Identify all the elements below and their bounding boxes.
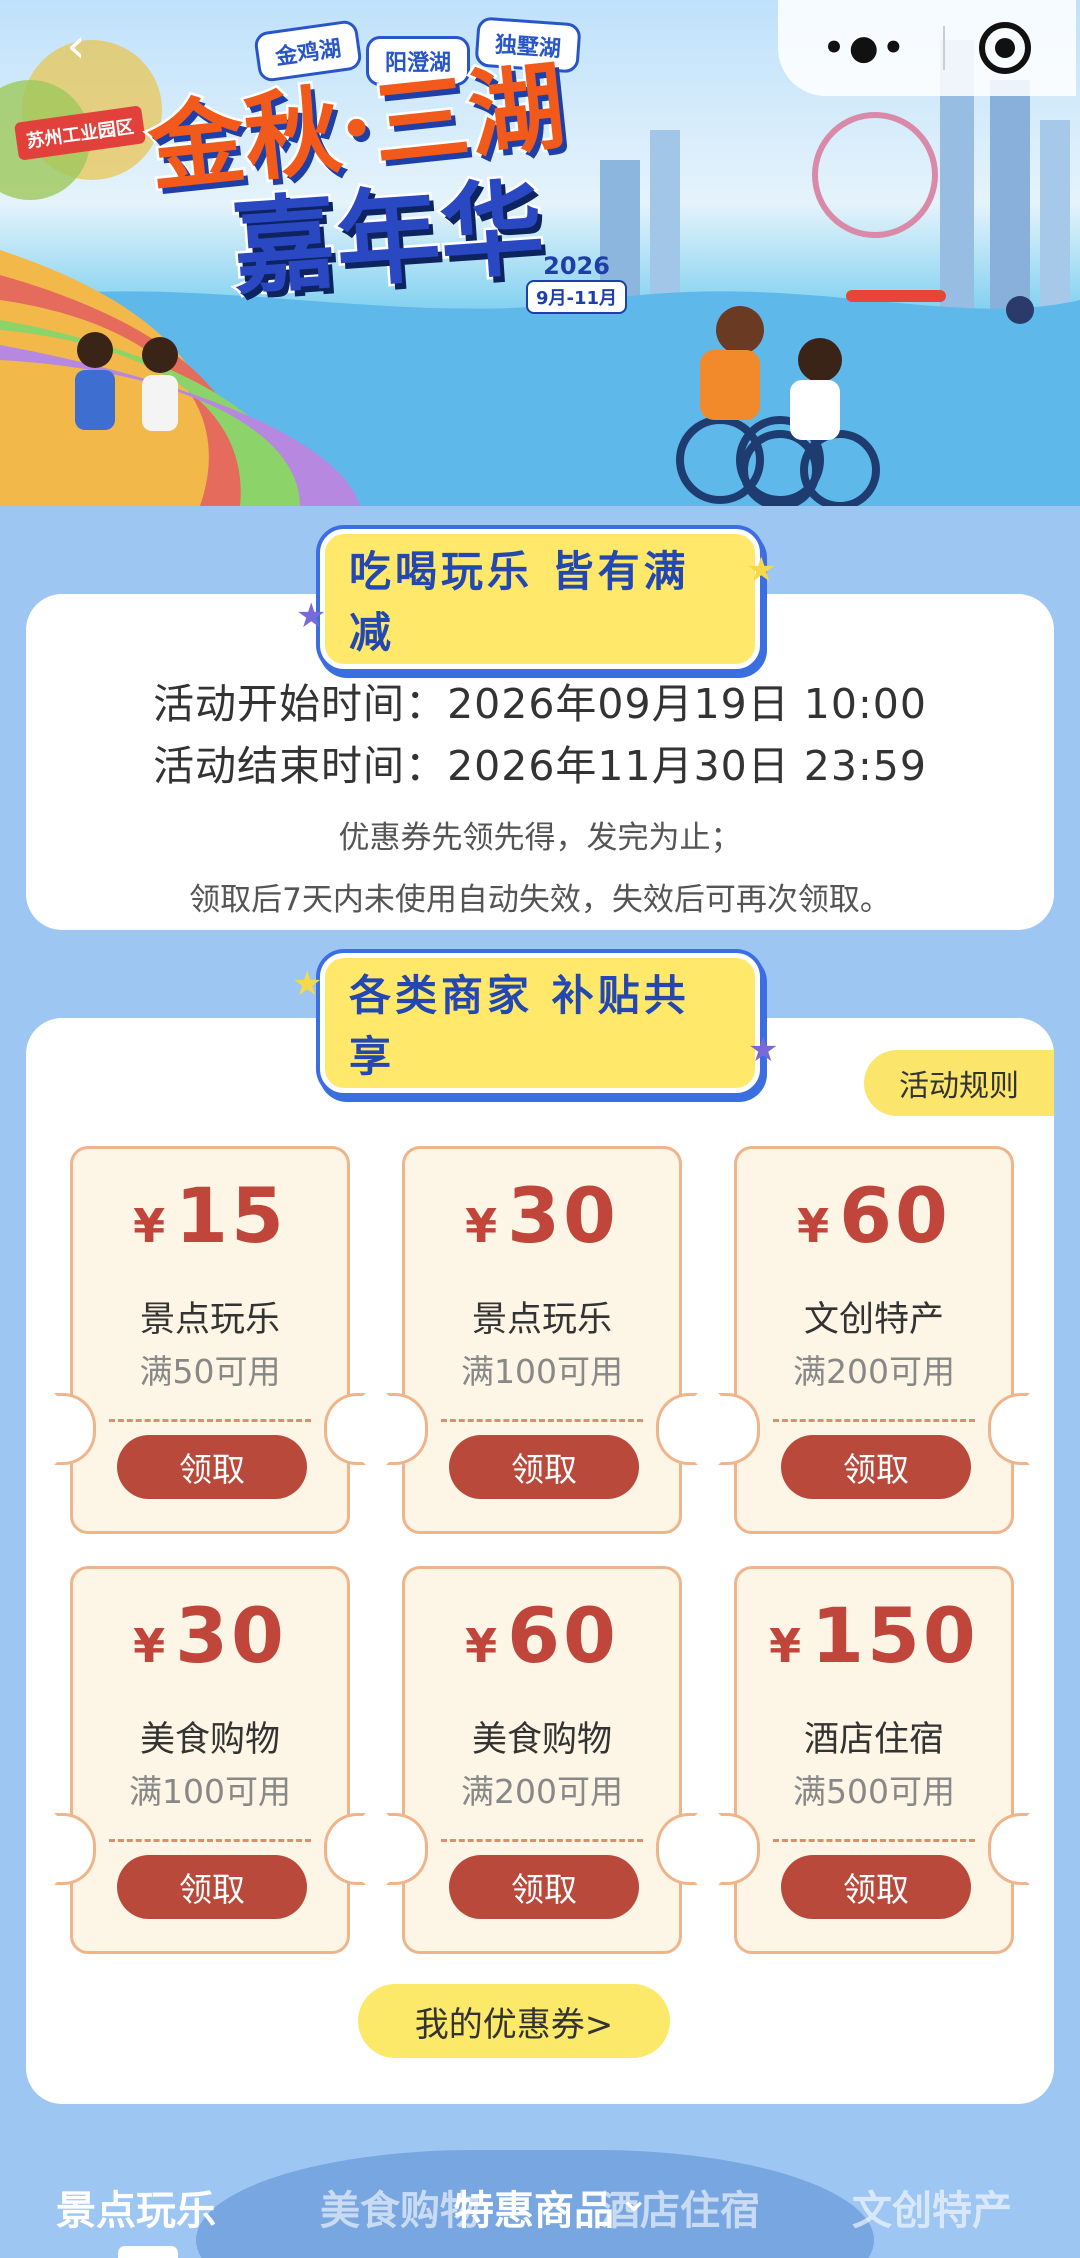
section-ribbon-activity: 吃喝玩乐 皆有满减 (320, 529, 760, 669)
coupon-category: 景点玩乐 (471, 1300, 612, 1340)
coupon-divider (773, 1419, 975, 1422)
currency-symbol: ¥ (465, 1199, 498, 1253)
coupon-amount: ¥30 (73, 1591, 347, 1680)
claim-button[interactable]: 领取 (449, 1855, 639, 1919)
coupon-card: ¥150 酒店住宿 满500可用 领取 (718, 1566, 1030, 1954)
active-tab-indicator (118, 2246, 178, 2258)
coupon-card: ¥60 美食购物 满200可用 领取 (386, 1566, 698, 1954)
coupon-divider (441, 1419, 643, 1422)
coupon-card: ¥60 文创特产 满200可用 领取 (718, 1146, 1030, 1534)
star-icon: ★ (746, 550, 777, 590)
coupon-category: 酒店住宿 (803, 1720, 944, 1760)
coupon-amount: ¥60 (405, 1591, 679, 1680)
back-button[interactable]: ‹ (48, 18, 104, 74)
coupon-amount: ¥30 (405, 1171, 679, 1260)
coupon-amount: ¥150 (737, 1591, 1011, 1680)
nav-item-sightseeing[interactable]: 景点玩乐 (56, 2178, 216, 2236)
coupon-note-2: 领取后7天内未使用自动失效，失效后可再次领取。 (189, 882, 891, 918)
more-menu-icon[interactable]: •●• (823, 28, 908, 68)
claim-button[interactable]: 领取 (781, 1855, 971, 1919)
coupon-condition: 满100可用 (129, 1772, 291, 1811)
coupon-value: 60 (839, 1171, 951, 1260)
coupon-divider (109, 1839, 311, 1842)
date-range: 9月-11月 (526, 280, 628, 314)
star-icon: ★ (296, 596, 327, 636)
coupon-category: 文创特产 (803, 1300, 944, 1340)
capsule-divider (942, 26, 945, 70)
bottom-category-nav: 景点玩乐 美食购物 酒店住宿 文创特产 特惠商品 ⌄ (0, 2140, 1080, 2258)
chevron-down-icon[interactable]: ⌄ (618, 2176, 650, 2220)
currency-symbol: ¥ (133, 1199, 166, 1253)
coupon-amount: ¥15 (73, 1171, 347, 1260)
claim-button[interactable]: 领取 (449, 1435, 639, 1499)
date-year: 2026 (543, 252, 610, 280)
coupon-category: 美食购物 (471, 1720, 612, 1760)
special-offers-tab[interactable]: 特惠商品 (454, 2178, 614, 2236)
coupons-card: 活动规则 ¥15 景点玩乐 满50可用 领取 ¥30 景点玩乐 满100可用 领… (26, 1018, 1054, 2104)
coupon-condition: 满50可用 (139, 1352, 281, 1391)
date-badge: 2026 9月-11月 (526, 252, 628, 314)
coupon-condition: 满200可用 (461, 1772, 623, 1811)
nav-item-souvenirs[interactable]: 文创特产 (852, 2178, 1012, 2236)
currency-symbol: ¥ (133, 1619, 166, 1673)
end-time-value: 2026年11月30日 23:59 (447, 742, 927, 790)
start-time-value: 2026年09月19日 10:00 (447, 680, 927, 728)
coupon-value: 60 (507, 1591, 619, 1680)
my-coupons-button[interactable]: 我的优惠券> (358, 1984, 670, 2058)
claim-button[interactable]: 领取 (117, 1855, 307, 1919)
coupon-card: ¥15 景点玩乐 满50可用 领取 (54, 1146, 366, 1534)
activity-rules-button[interactable]: 活动规则 (864, 1050, 1054, 1116)
end-time: 活动结束时间：2026年11月30日 23:59 (26, 732, 1054, 792)
coupon-divider (441, 1839, 643, 1842)
coupon-value: 15 (175, 1171, 287, 1260)
banner-subtitle: 嘉年华 (226, 163, 551, 312)
coupon-divider (109, 1419, 311, 1422)
coupon-value: 30 (175, 1591, 287, 1680)
coupon-condition: 满500可用 (793, 1772, 955, 1811)
coupon-value: 30 (507, 1171, 619, 1260)
coupon-value: 150 (811, 1591, 979, 1680)
star-icon: ★ (292, 964, 323, 1004)
ribbon-activity-text: 吃喝玩乐 皆有满减 (320, 529, 760, 669)
coupon-condition: 满100可用 (461, 1352, 623, 1391)
coupon-category: 美食购物 (139, 1720, 280, 1760)
coupon-amount: ¥60 (737, 1171, 1011, 1260)
currency-symbol: ¥ (465, 1619, 498, 1673)
start-time: 活动开始时间：2026年09月19日 10:00 (26, 670, 1054, 730)
coupon-card: ¥30 景点玩乐 满100可用 领取 (386, 1146, 698, 1534)
ribbon-coupons-text: 各类商家 补贴共享 (320, 953, 760, 1093)
claim-button[interactable]: 领取 (781, 1435, 971, 1499)
coupon-card: ¥30 美食购物 满100可用 领取 (54, 1566, 366, 1954)
close-miniprogram-icon[interactable] (978, 22, 1031, 74)
coupon-category: 景点玩乐 (139, 1300, 280, 1340)
coupon-condition: 满200可用 (793, 1352, 955, 1391)
start-time-label: 活动开始时间： (153, 680, 448, 728)
mini-program-capsule: •●• (778, 0, 1076, 96)
section-ribbon-coupons: 各类商家 补贴共享 (320, 953, 760, 1093)
end-time-label: 活动结束时间： (153, 742, 448, 790)
coupon-divider (773, 1839, 975, 1842)
claim-button[interactable]: 领取 (117, 1435, 307, 1499)
star-icon: ★ (748, 1030, 779, 1070)
coupon-note-1: 优惠券先领先得，发完为止； (338, 820, 742, 856)
currency-symbol: ¥ (797, 1199, 830, 1253)
banner-image: ‹ •●• 苏州工业园区 金鸡湖 阳澄湖 独墅湖 金秋·三湖 嘉年华 2026 … (0, 0, 1080, 506)
currency-symbol: ¥ (769, 1619, 802, 1673)
